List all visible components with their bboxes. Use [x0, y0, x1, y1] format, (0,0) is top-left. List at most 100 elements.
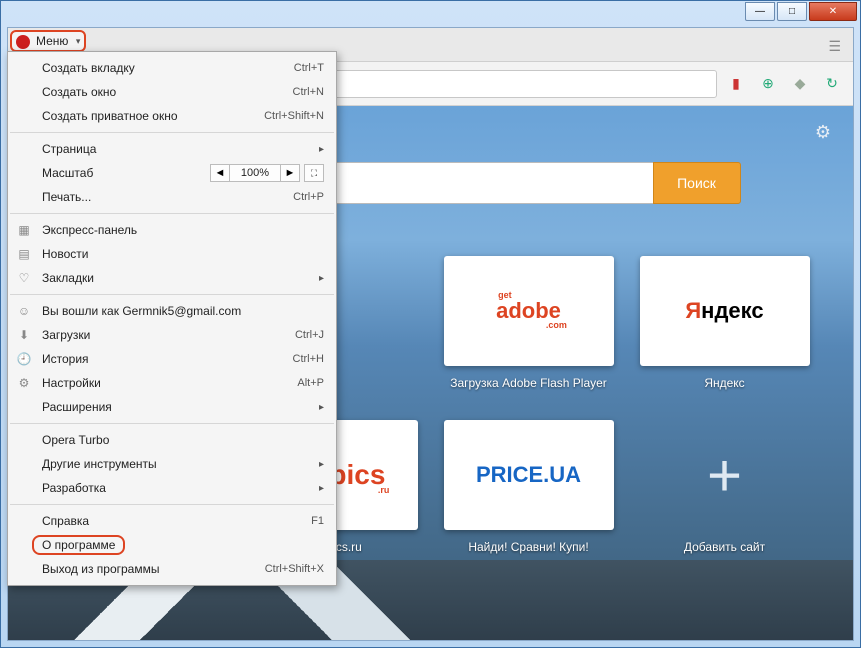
submenu-arrow-icon: ▸ — [319, 402, 324, 413]
label: Создать окно — [42, 85, 116, 99]
zoom-out-button[interactable]: ◄ — [210, 164, 230, 182]
label: Закладки — [42, 271, 94, 285]
shortcut: Ctrl+N — [293, 86, 324, 98]
menu-help[interactable]: Справка F1 — [8, 509, 336, 533]
label: Расширения — [42, 400, 112, 414]
user-icon: ☺ — [16, 304, 32, 318]
menu-news[interactable]: ▤ Новости — [8, 242, 336, 266]
shortcut: Ctrl+H — [293, 353, 324, 365]
menu-page[interactable]: Страница ▸ — [8, 137, 336, 161]
search-button[interactable]: Поиск — [653, 162, 741, 204]
label: История — [42, 352, 89, 366]
customize-gear-icon[interactable]: ⚙ — [815, 122, 831, 143]
menu-account[interactable]: ☺ Вы вошли как Germnik5@gmail.com — [8, 299, 336, 323]
tile-adobe[interactable]: get adobe .com Загрузка Adobe Flash Play… — [444, 256, 614, 390]
tile-label: Найди! Сравни! Купи! — [468, 540, 588, 554]
menu-about[interactable]: О программе — [8, 533, 336, 557]
menu-separator — [10, 294, 334, 295]
shortcut: Ctrl+P — [293, 191, 324, 203]
menu-bookmarks[interactable]: ♡ Закладки ▸ — [8, 266, 336, 290]
menu-other-tools[interactable]: Другие инструменты ▸ — [8, 452, 336, 476]
menu-separator — [10, 504, 334, 505]
shield-icon[interactable]: ◆ — [791, 75, 809, 93]
plus-icon: + — [707, 441, 742, 510]
tile-box: get adobe .com — [444, 256, 614, 366]
shortcut: F1 — [311, 515, 324, 527]
menu-print[interactable]: Печать... Ctrl+P — [8, 185, 336, 209]
grid-icon: ▦ — [16, 223, 32, 237]
tile-priceua[interactable]: PRICE.UA Найди! Сравни! Купи! — [444, 420, 614, 554]
about-highlight: О программе — [32, 535, 125, 555]
label: Печать... — [42, 190, 91, 204]
tile-box: Яндекс — [640, 256, 810, 366]
label: Создать приватное окно — [42, 109, 178, 123]
download-icon: ⬇ — [16, 328, 32, 342]
label: Настройки — [42, 376, 101, 390]
label: Вы вошли как Germnik5@gmail.com — [42, 304, 241, 318]
label: Выход из программы — [42, 562, 159, 576]
tile-add[interactable]: + Добавить сайт — [640, 420, 810, 554]
minimize-button[interactable]: — — [745, 2, 775, 21]
tile-yandex[interactable]: Яндекс Яндекс — [640, 256, 810, 390]
shortcut: Alt+P — [297, 377, 324, 389]
news-icon: ▤ — [16, 247, 32, 261]
submenu-arrow-icon: ▸ — [319, 459, 324, 470]
label: Экспресс-панель — [42, 223, 137, 237]
submenu-arrow-icon: ▸ — [319, 273, 324, 284]
bookmark-icon[interactable]: ▮ — [727, 75, 745, 93]
label: Новости — [42, 247, 88, 261]
menu-button-label: Меню — [36, 34, 68, 48]
label: Справка — [42, 514, 89, 528]
menu-history[interactable]: 🕘 История Ctrl+H — [8, 347, 336, 371]
menu-separator — [10, 423, 334, 424]
label: Разработка — [42, 481, 106, 495]
submenu-arrow-icon: ▸ — [319, 144, 324, 155]
tile-label: Яндекс — [704, 376, 744, 390]
gear-icon: ⚙ — [16, 376, 32, 390]
menu-extensions[interactable]: Расширения ▸ — [8, 395, 336, 419]
menu-new-tab[interactable]: Создать вкладку Ctrl+T — [8, 56, 336, 80]
tile-box: + — [640, 420, 810, 530]
shortcut: Ctrl+Shift+X — [265, 563, 324, 575]
tile-label: Добавить сайт — [684, 540, 765, 554]
titlebar: — □ ✕ — [1, 1, 860, 27]
globe-icon[interactable]: ⊕ — [759, 75, 777, 93]
heart-icon: ♡ — [16, 271, 32, 285]
label: Загрузки — [42, 328, 90, 342]
tab-overflow-icon[interactable]: ☰ — [828, 38, 841, 55]
menu-new-private[interactable]: Создать приватное окно Ctrl+Shift+N — [8, 104, 336, 128]
shortcut: Ctrl+T — [294, 62, 324, 74]
fullscreen-button[interactable]: ⛶ — [304, 164, 324, 182]
label: Масштаб — [42, 166, 93, 180]
label: Страница — [42, 142, 96, 156]
shortcut: Ctrl+Shift+N — [264, 110, 324, 122]
menu-downloads[interactable]: ⬇ Загрузки Ctrl+J — [8, 323, 336, 347]
sync-icon[interactable]: ↻ — [823, 75, 841, 93]
menu-zoom[interactable]: Масштаб ◄ 100% ► ⛶ — [8, 161, 336, 185]
zoom-in-button[interactable]: ► — [280, 164, 300, 182]
opera-main-menu: Создать вкладку Ctrl+T Создать окно Ctrl+N… — [7, 51, 337, 586]
menu-turbo[interactable]: Opera Turbo — [8, 428, 336, 452]
zoom-controls: ◄ 100% ► ⛶ — [210, 164, 324, 182]
menu-separator — [10, 132, 334, 133]
menu-speed-dial[interactable]: ▦ Экспресс-панель — [8, 218, 336, 242]
label: Opera Turbo — [42, 433, 109, 447]
label: Другие инструменты — [42, 457, 157, 471]
close-button[interactable]: ✕ — [809, 2, 857, 21]
menu-developer[interactable]: Разработка ▸ — [8, 476, 336, 500]
menu-separator — [10, 213, 334, 214]
menu-exit[interactable]: Выход из программы Ctrl+Shift+X — [8, 557, 336, 581]
label: О программе — [42, 538, 115, 552]
maximize-button[interactable]: □ — [777, 2, 807, 21]
window-frame: — □ ✕ Меню ☰ ◄ ► ↻ ▮ ⊕ ◆ ↻ — [0, 0, 861, 648]
submenu-arrow-icon: ▸ — [319, 483, 324, 494]
tile-label: Загрузка Adobe Flash Player — [450, 376, 607, 390]
zoom-value: 100% — [230, 164, 280, 182]
clock-icon: 🕘 — [16, 352, 32, 366]
opera-menu-button[interactable]: Меню — [10, 30, 86, 52]
menu-settings[interactable]: ⚙ Настройки Alt+P — [8, 371, 336, 395]
shortcut: Ctrl+J — [295, 329, 324, 341]
label: Создать вкладку — [42, 61, 135, 75]
toolbar-icons: ▮ ⊕ ◆ ↻ — [727, 75, 841, 93]
menu-new-window[interactable]: Создать окно Ctrl+N — [8, 80, 336, 104]
